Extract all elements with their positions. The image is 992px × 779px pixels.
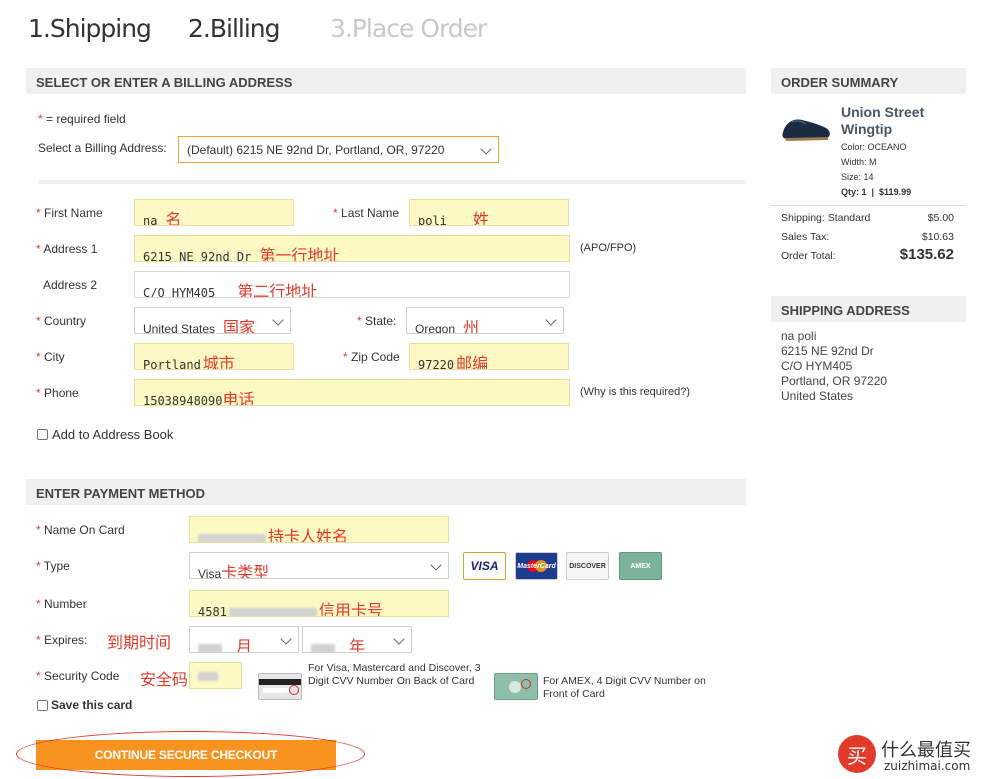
billing-address-select-label: Select a Billing Address: [38, 141, 167, 155]
expires-annotation: 到期时间 [107, 633, 172, 652]
redacted-year [311, 644, 335, 652]
expiry-month-select[interactable]: 月 [189, 626, 299, 653]
product-color: Color: OCEANO [841, 142, 907, 152]
card-back-cvv-icon [258, 673, 302, 700]
order-total-value: $135.62 [899, 246, 954, 263]
add-address-book-label[interactable]: Add to Address Book [52, 427, 173, 442]
state-select[interactable]: Oregon 州 [406, 307, 564, 334]
security-code-input[interactable] [189, 662, 242, 689]
watermark-url: zuizhimai.com [884, 759, 971, 773]
save-card-checkbox[interactable] [37, 700, 48, 711]
annotation-ellipse [16, 731, 365, 777]
city-label: * City [36, 350, 65, 364]
country-label: * Country [36, 314, 87, 328]
name-on-card-label: * Name On Card [36, 523, 125, 537]
last-name-label: * Last Name [333, 206, 400, 220]
address1-input[interactable]: 6215 NE 92nd Dr 第一行地址 [134, 235, 570, 262]
city-input[interactable]: Portland 城市 [134, 343, 294, 370]
shipping-cost-value: $5.00 [927, 212, 954, 224]
why-required-link[interactable]: (Why is this required?) [580, 386, 690, 398]
chevron-down-icon [280, 633, 292, 645]
order-total-label: Order Total: [781, 250, 836, 262]
phone-label: * Phone [36, 386, 79, 400]
shipping-cost-label: Shipping: Standard [781, 212, 871, 224]
phone-input[interactable]: 15038948090电话 [134, 379, 570, 406]
first-name-label: * First Name [36, 206, 103, 220]
step-place-order: 3.Place Order [330, 14, 487, 43]
product-qty: Qty: 1 | $119.99 [841, 187, 912, 197]
order-summary-header: ORDER SUMMARY [771, 68, 966, 94]
name-on-card-input[interactable]: 持卡人姓名 [189, 516, 449, 543]
redacted-month [198, 644, 222, 652]
shipping-address-block: na poli 6215 NE 92nd Dr C/O HYM405 Portl… [781, 329, 887, 404]
card-type-select[interactable]: Visa卡类型 [189, 552, 449, 579]
state-label: * State: [357, 314, 397, 328]
divider [38, 180, 746, 184]
expiry-year-select[interactable]: 年 [302, 626, 412, 653]
mastercard-card-icon: MasterCard [515, 552, 558, 580]
step-shipping[interactable]: 1.Shipping [28, 14, 152, 43]
address1-label: * Address 1 [36, 242, 98, 256]
first-name-input[interactable]: na 名 [134, 199, 294, 226]
step-billing: 2.Billing [188, 14, 281, 43]
cvv-note-visa: For Visa, Mastercard and Discover, 3 Dig… [308, 662, 481, 687]
product-name[interactable]: Union Street Wingtip [841, 104, 951, 138]
chevron-down-icon [272, 314, 284, 326]
last-name-input[interactable]: poli 姓 [409, 199, 569, 226]
redacted-cvv [198, 672, 218, 681]
security-code-annotation: 安全码 [140, 670, 189, 689]
shoe-thumbnail-image [780, 110, 832, 146]
billing-address-select[interactable]: (Default) 6215 NE 92nd Dr, Portland, OR,… [178, 136, 499, 163]
redacted-card-number [228, 608, 317, 616]
address-line: Portland, OR 97220 [781, 374, 888, 388]
zip-input[interactable]: 97220 邮编 [409, 343, 569, 370]
save-card-label[interactable]: Save this card [51, 698, 132, 712]
address-line: na poli [781, 329, 817, 343]
address-line: C/O HYM405 [781, 359, 853, 373]
address-line: 6215 NE 92nd Dr [781, 344, 874, 358]
sales-tax-value: $10.63 [921, 231, 954, 243]
visa-card-icon: VISA [463, 552, 506, 580]
card-number-label: * Number [36, 597, 87, 611]
address2-input[interactable]: C/O HYM405 第二行地址 [134, 271, 570, 298]
address-line: United States [781, 389, 854, 403]
required-note: * = required field [38, 112, 126, 126]
product-size: Size: 14 [841, 172, 874, 182]
country-select[interactable]: United States 国家 [134, 307, 291, 334]
zip-label: * Zip Code [343, 350, 400, 364]
shipping-address-header: SHIPPING ADDRESS [771, 296, 966, 322]
card-number-input[interactable]: 4581 信用卡号 [189, 590, 449, 617]
card-type-label: * Type [36, 559, 70, 573]
summary-divider [771, 205, 966, 206]
address2-label: Address 2 [43, 278, 98, 292]
amex-card-icon: AMEX [619, 552, 662, 580]
chevron-down-icon [430, 559, 442, 571]
product-width: Width: M [841, 157, 877, 167]
billing-section-header: SELECT OR ENTER A BILLING ADDRESS [26, 68, 746, 94]
apo-note: (APO/FPO) [580, 242, 637, 254]
chevron-down-icon [480, 143, 492, 155]
discover-card-icon: DISCOVER [566, 552, 609, 580]
chevron-down-icon [545, 314, 557, 326]
expires-label: * Expires: [36, 633, 88, 647]
cvv-note-amex: For AMEX, 4 Digit CVV Number on Front of… [543, 675, 706, 700]
card-front-cvv-icon [494, 673, 538, 700]
sales-tax-label: Sales Tax: [781, 231, 830, 243]
chevron-down-icon [393, 633, 405, 645]
payment-section-header: ENTER PAYMENT METHOD [26, 479, 746, 505]
watermark-logo-icon: 买 [838, 735, 876, 773]
add-address-book-checkbox[interactable] [37, 429, 48, 440]
redacted-name [198, 534, 266, 542]
security-code-label: * Security Code [36, 669, 120, 683]
